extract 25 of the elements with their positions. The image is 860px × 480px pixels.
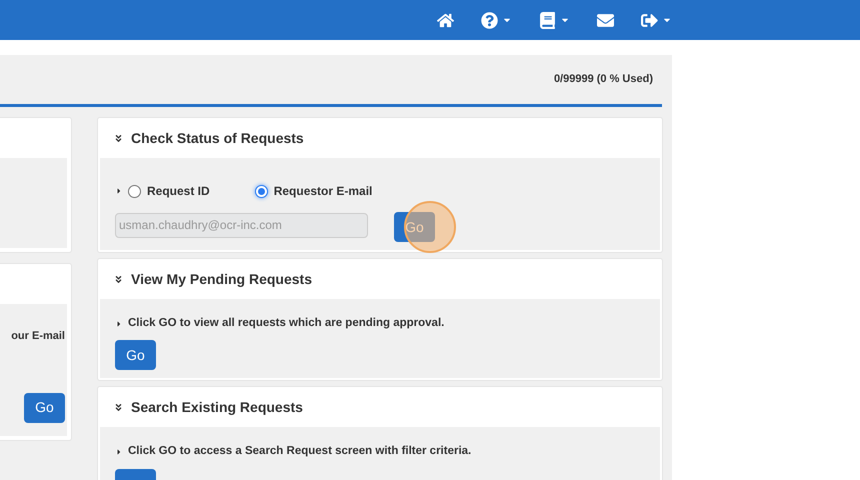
radio-label: Request ID (147, 183, 210, 200)
collapse-icon[interactable] (114, 402, 123, 412)
go-button[interactable]: Go (115, 340, 156, 370)
collapse-icon[interactable] (114, 134, 123, 142)
panel-title: Search Existing Requests (131, 398, 303, 417)
home-icon[interactable] (437, 12, 454, 28)
logout-icon[interactable] (641, 12, 658, 28)
radio-label: Requestor E-mail (274, 183, 372, 200)
panel-title: View My Pending Requests (131, 270, 312, 289)
instruction-text: Click GO to view all requests which are pending approval. (128, 316, 444, 331)
bullet-icon (115, 187, 123, 195)
bullet-icon (115, 320, 123, 328)
card-text: our E-mail (11, 329, 65, 344)
bullet-icon (115, 448, 123, 456)
book-icon[interactable] (539, 12, 556, 28)
click-marker (404, 201, 456, 253)
instruction-text: Click GO to access a Search Request screen with filter criteria. (128, 444, 472, 460)
go-button[interactable]: Go (24, 392, 65, 422)
radio-button[interactable] (128, 184, 141, 198)
panel-title: Check Status of Requests (131, 128, 304, 148)
mail-icon[interactable] (597, 12, 614, 28)
collapse-icon[interactable] (114, 274, 123, 284)
radio-button[interactable] (254, 184, 268, 198)
help-icon[interactable] (481, 12, 498, 28)
usage-counter: 0/99999 (0 % Used) (554, 72, 653, 88)
